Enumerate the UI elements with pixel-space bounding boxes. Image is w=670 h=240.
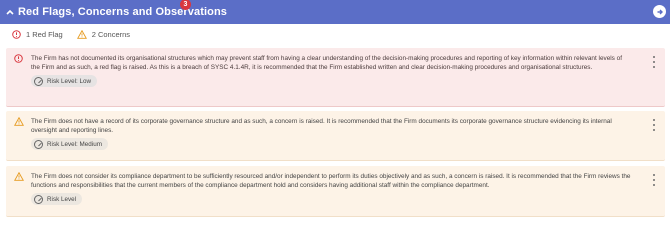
risk-level-chip[interactable]: Risk Level (31, 193, 83, 206)
red-flag-card[interactable]: The Firm has not documented its organisa… (6, 48, 665, 107)
summary-bar: 1 Red Flag 2 Concerns (0, 24, 670, 44)
concern-card[interactable]: The Firm does not consider its complianc… (6, 166, 665, 217)
gauge-icon (34, 76, 43, 86)
section-header[interactable]: Red Flags, Concerns and Observations 3 (0, 0, 670, 24)
risk-level-label: Risk Level: Low (47, 77, 92, 85)
risk-level-label: Risk Level: Medium (47, 140, 102, 148)
arrow-right-icon[interactable] (653, 5, 666, 18)
risk-level-chip[interactable]: Risk Level: Medium (31, 138, 108, 151)
finding-text: The Firm does not have a record of its c… (31, 118, 612, 135)
section-title: Red Flags, Concerns and Observations (18, 6, 227, 18)
concern-card[interactable]: The Firm does not have a record of its c… (6, 111, 665, 161)
red-flag-count[interactable]: 1 Red Flag (12, 30, 63, 39)
error-circle-icon (12, 29, 21, 39)
more-options-icon[interactable] (651, 56, 657, 68)
concern-count[interactable]: 2 Concerns (76, 29, 131, 39)
error-circle-icon (14, 54, 23, 63)
risk-level-chip[interactable]: Risk Level: Low (31, 75, 98, 88)
warning-triangle-icon (76, 29, 87, 39)
more-options-icon[interactable] (651, 174, 657, 186)
red-flag-count-label: 1 Red Flag (26, 29, 63, 39)
finding-text: The Firm has not documented its organisa… (31, 55, 622, 72)
risk-level-label: Risk Level (47, 195, 77, 203)
warning-triangle-icon (14, 117, 24, 126)
more-options-icon[interactable] (651, 119, 657, 131)
gauge-icon (34, 194, 43, 204)
gauge-icon (34, 139, 43, 149)
chevron-up-icon[interactable] (4, 6, 16, 18)
concern-count-label: 2 Concerns (91, 29, 131, 39)
finding-text: The Firm does not consider its complianc… (31, 173, 631, 190)
warning-triangle-icon (14, 172, 24, 181)
